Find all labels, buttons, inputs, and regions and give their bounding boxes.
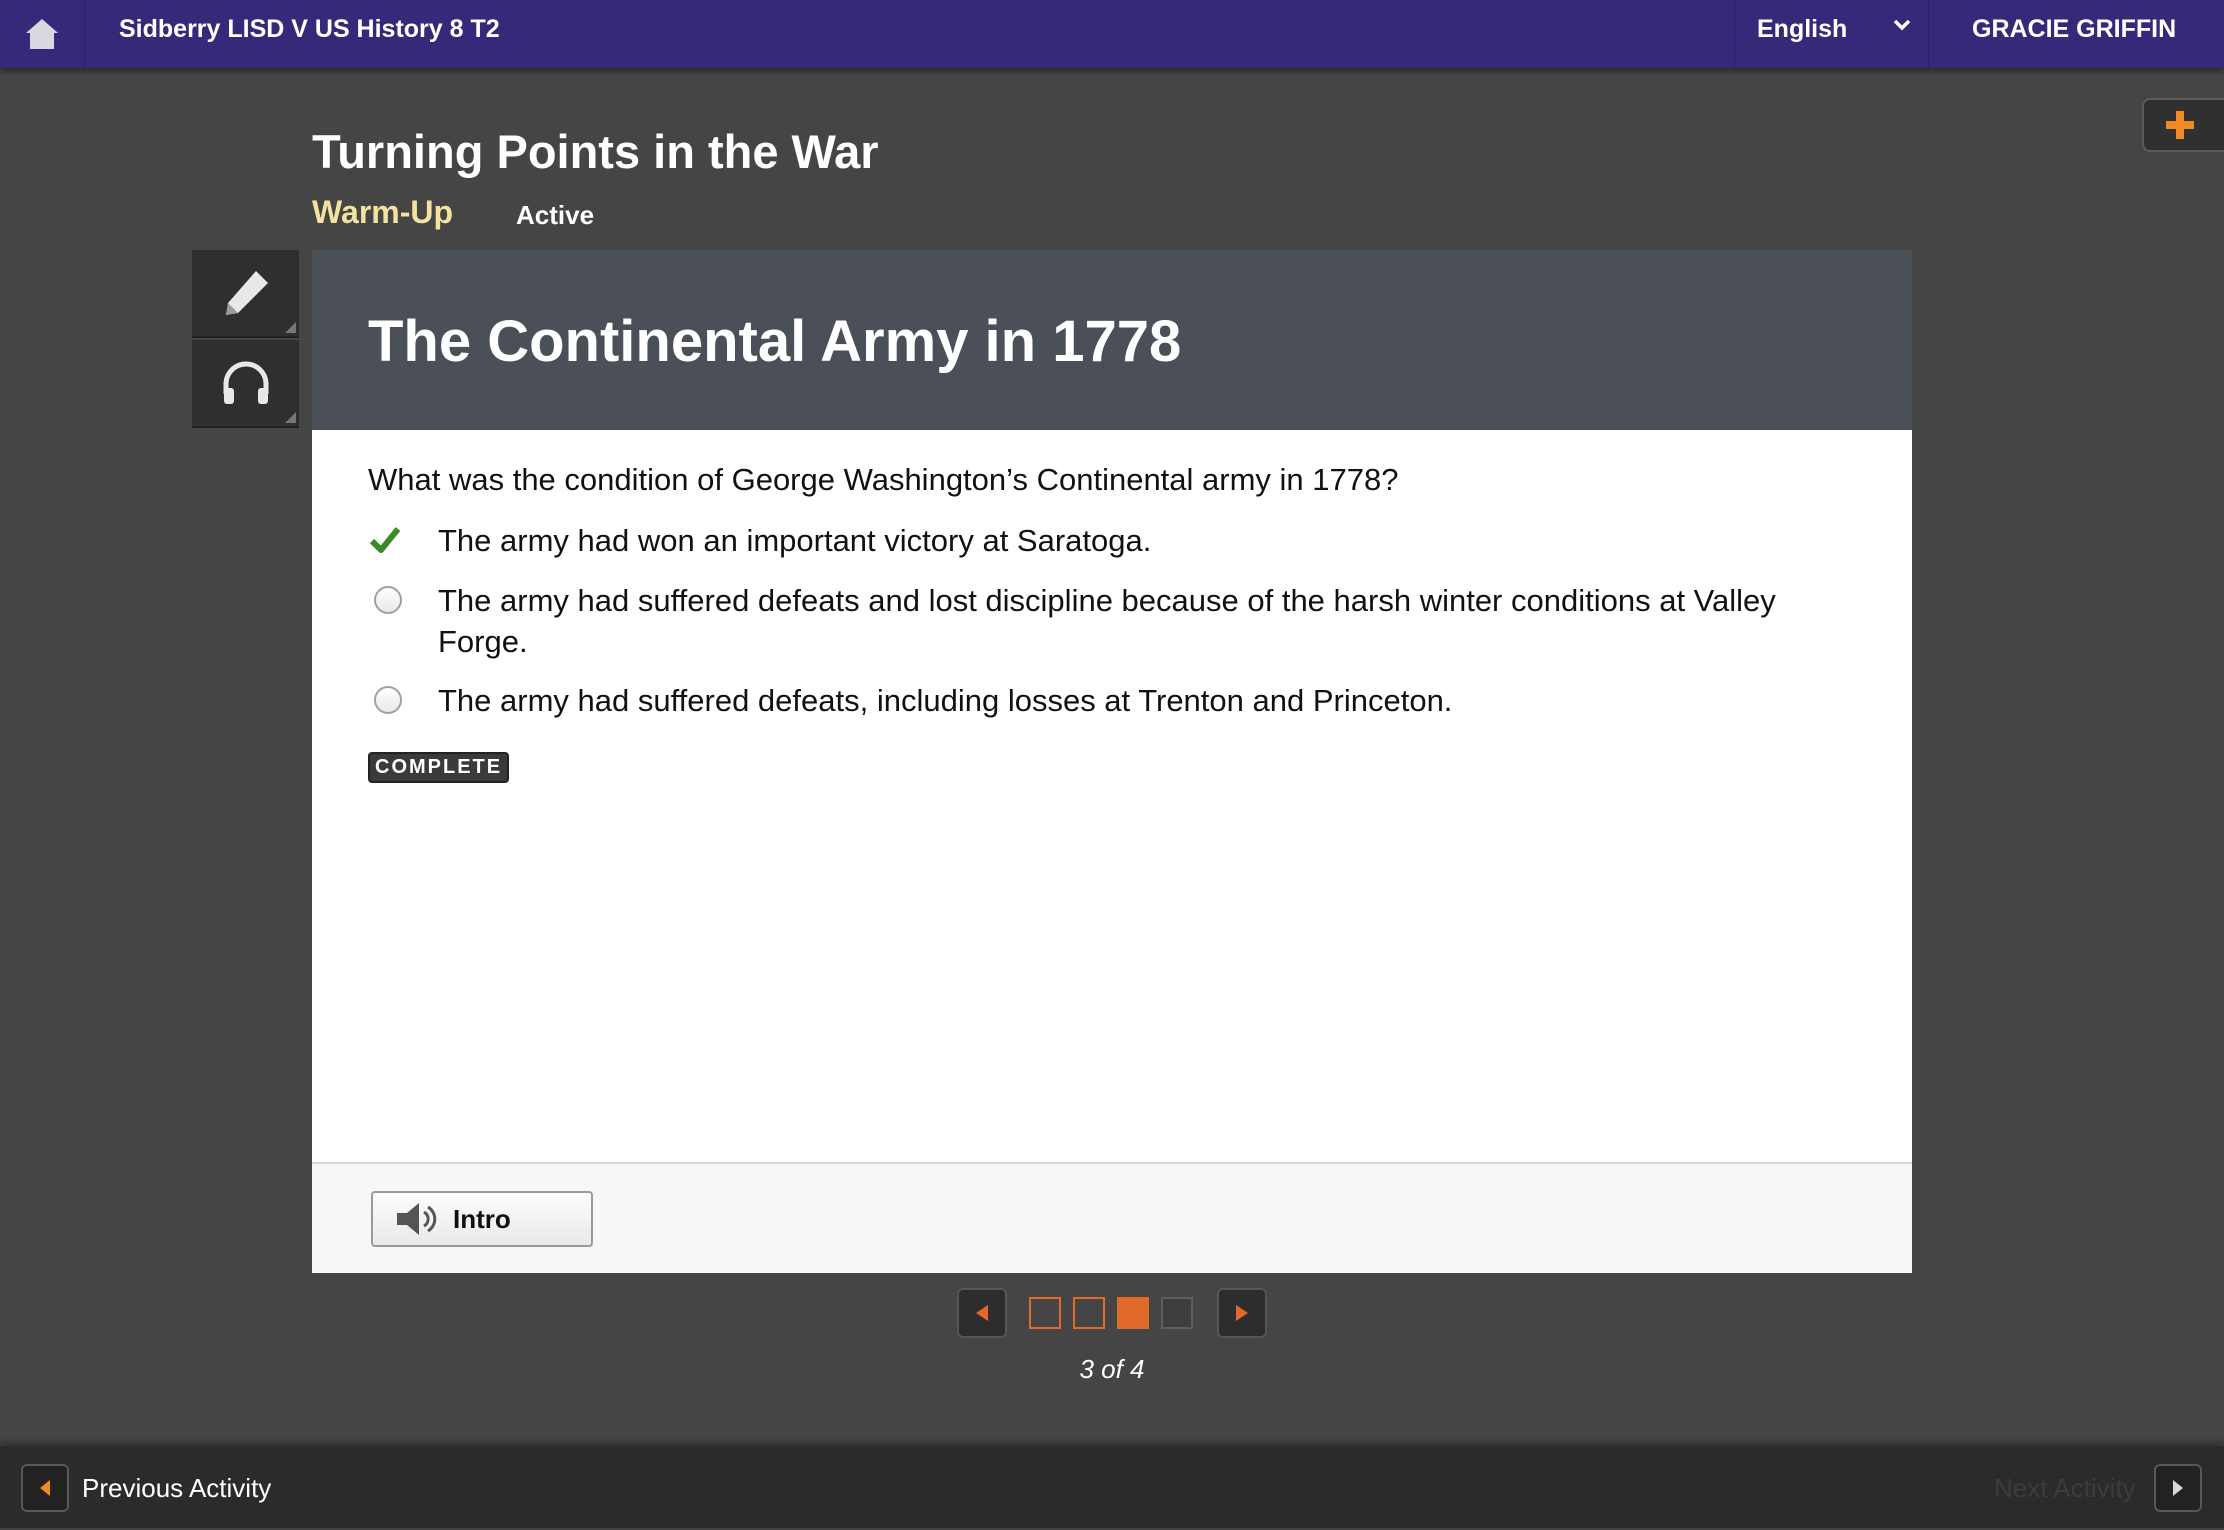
- arrow-left-icon: [976, 1305, 988, 1321]
- activity-status: Active: [516, 200, 595, 230]
- previous-activity-button[interactable]: [21, 1464, 69, 1512]
- page-indicator[interactable]: [1161, 1297, 1193, 1329]
- home-icon: [26, 19, 58, 49]
- pencil-tool-button[interactable]: [192, 250, 299, 338]
- question-text: What was the condition of George Washing…: [368, 462, 1399, 497]
- speaker-icon: [397, 1203, 437, 1235]
- option-text: The army had suffered defeats, including…: [438, 683, 1453, 718]
- previous-activity-label[interactable]: Previous Activity: [82, 1446, 271, 1530]
- question-card: What was the condition of George Washing…: [312, 430, 1912, 1162]
- next-activity-button[interactable]: [2154, 1464, 2202, 1512]
- page-count: 3 of 4: [1079, 1354, 1145, 1384]
- option-marker: [368, 680, 438, 720]
- page-indicator-current[interactable]: [1117, 1297, 1149, 1329]
- top-bar: Sidberry LISD V US History 8 T2 English …: [0, 0, 2224, 68]
- pager-previous-button[interactable]: [957, 1288, 1007, 1338]
- card-header: The Continental Army in 1778: [312, 250, 1912, 430]
- language-label: English: [1757, 15, 1848, 43]
- language-select[interactable]: English: [1734, 0, 1929, 68]
- user-name[interactable]: GRACIE GRIFFIN: [1972, 0, 2176, 58]
- chevron-down-icon: [1893, 19, 1911, 31]
- tool-corner: [285, 322, 296, 333]
- answer-option[interactable]: The army had suffered defeats, including…: [368, 680, 1838, 721]
- option-marker: [368, 580, 438, 620]
- answer-option[interactable]: The army had suffered defeats and lost d…: [368, 580, 1838, 662]
- option-marker: [368, 520, 438, 560]
- activity-type: Warm-Up: [312, 194, 454, 230]
- bottom-bar: Previous Activity Next Activity: [0, 1446, 2224, 1528]
- headphones-icon: [223, 361, 268, 404]
- pencil-icon: [225, 271, 268, 315]
- home-button[interactable]: [0, 0, 85, 68]
- card-footer: Intro: [312, 1162, 1912, 1273]
- arrow-right-icon: [1236, 1305, 1248, 1321]
- card-title: The Continental Army in 1778: [368, 309, 1182, 374]
- audio-tool-button[interactable]: [192, 340, 299, 428]
- add-button[interactable]: [2142, 98, 2224, 152]
- page-indicator[interactable]: [1029, 1297, 1061, 1329]
- status-badge: COMPLETE: [368, 752, 510, 783]
- radio-button[interactable]: [374, 686, 402, 714]
- page-indicator[interactable]: [1073, 1297, 1105, 1329]
- intro-label: Intro: [453, 1203, 511, 1234]
- tool-corner: [285, 412, 296, 423]
- option-text: The army had won an important victory at…: [438, 523, 1152, 558]
- answer-option[interactable]: The army had won an important victory at…: [368, 520, 1838, 561]
- arrow-left-icon: [40, 1480, 50, 1496]
- option-text: The army had suffered defeats and lost d…: [438, 583, 1776, 659]
- arrow-right-icon: [2173, 1480, 2183, 1496]
- lesson-title: Turning Points in the War: [312, 125, 879, 178]
- radio-button[interactable]: [374, 586, 402, 614]
- check-icon: [369, 527, 401, 553]
- next-activity-label: Next Activity: [1994, 1473, 2136, 1503]
- pager-next-button[interactable]: [1217, 1288, 1267, 1338]
- intro-audio-button[interactable]: Intro: [371, 1191, 593, 1247]
- course-title: Sidberry LISD V US History 8 T2: [119, 15, 500, 43]
- plus-icon: [2166, 111, 2194, 139]
